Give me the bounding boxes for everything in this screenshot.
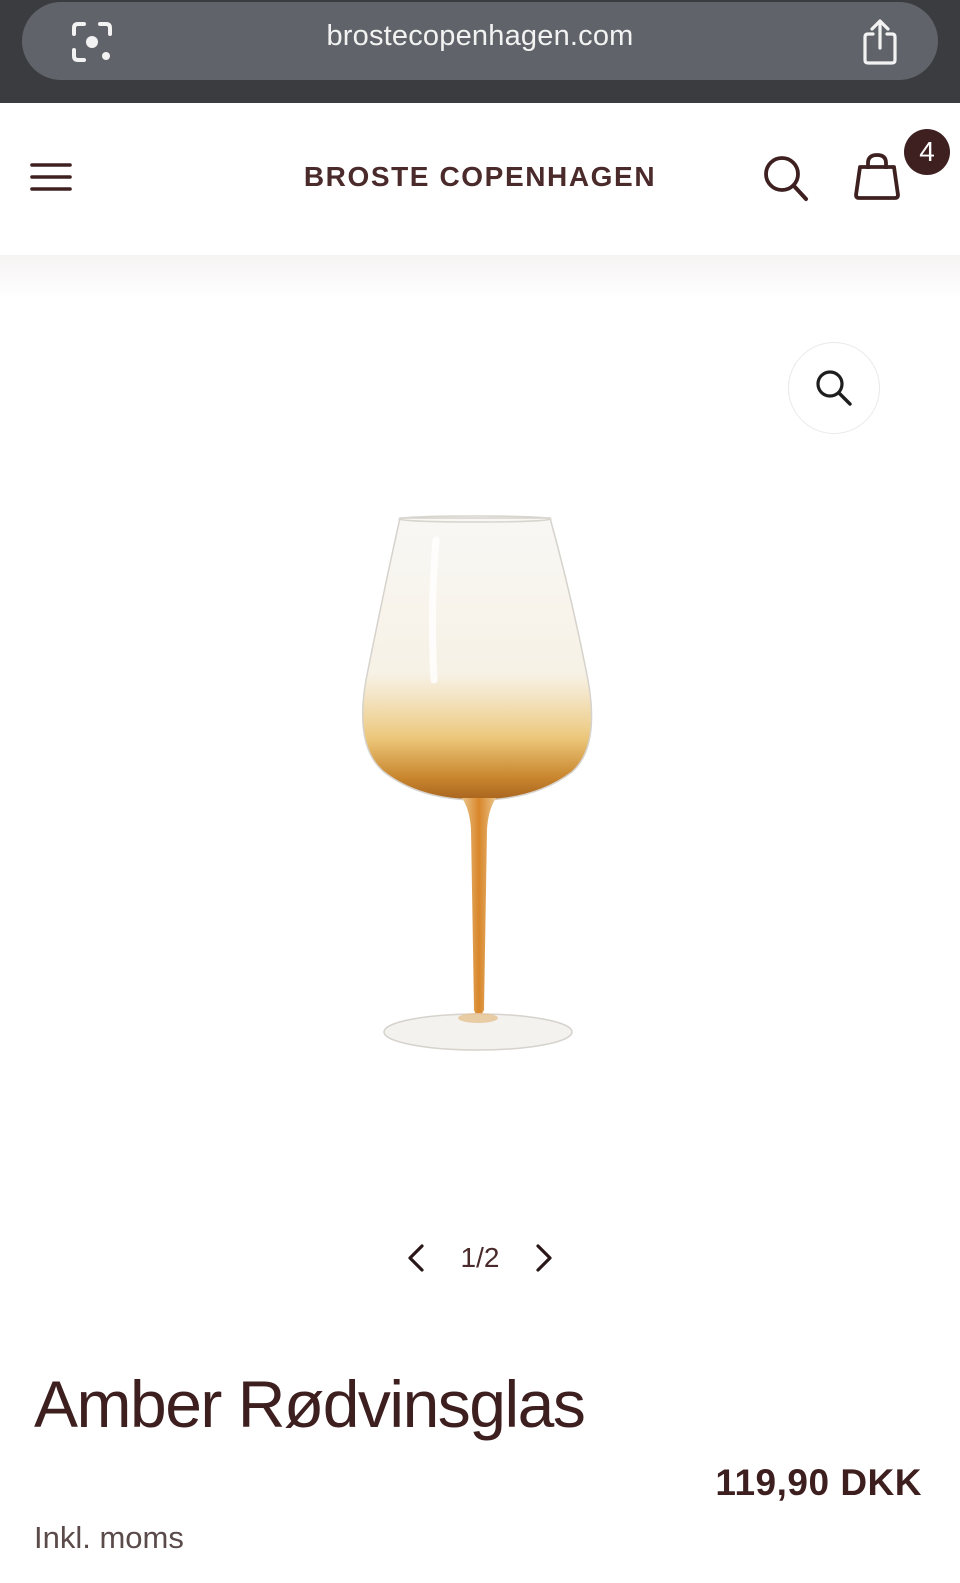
url-text[interactable]: brostecopenhagen.com — [22, 20, 938, 53]
gallery-pagination: 1/2 — [400, 1236, 560, 1280]
zoom-button[interactable] — [788, 342, 880, 434]
address-bar[interactable]: brostecopenhagen.com — [22, 2, 938, 80]
header-divider — [0, 255, 960, 299]
image-counter: 1/2 — [460, 1242, 500, 1273]
brand-logo[interactable]: BROSTE COPENHAGEN — [0, 161, 960, 193]
browser-toolbar: brostecopenhagen.com — [0, 0, 960, 103]
product-image[interactable] — [350, 510, 610, 1070]
chevron-left-icon[interactable] — [400, 1240, 436, 1276]
chevron-right-icon[interactable] — [524, 1240, 560, 1276]
search-icon[interactable] — [762, 153, 810, 203]
product-title: Amber Rødvinsglas — [34, 1367, 586, 1441]
vat-note: Inkl. moms — [34, 1520, 184, 1555]
site-header: BROSTE COPENHAGEN 4 — [0, 103, 960, 255]
magnifier-icon — [816, 370, 852, 406]
product-price: 119,90 DKK — [715, 1462, 922, 1503]
shopping-bag-icon[interactable] — [852, 151, 902, 201]
share-icon[interactable] — [860, 18, 900, 66]
cart-count-badge[interactable]: 4 — [904, 129, 950, 175]
